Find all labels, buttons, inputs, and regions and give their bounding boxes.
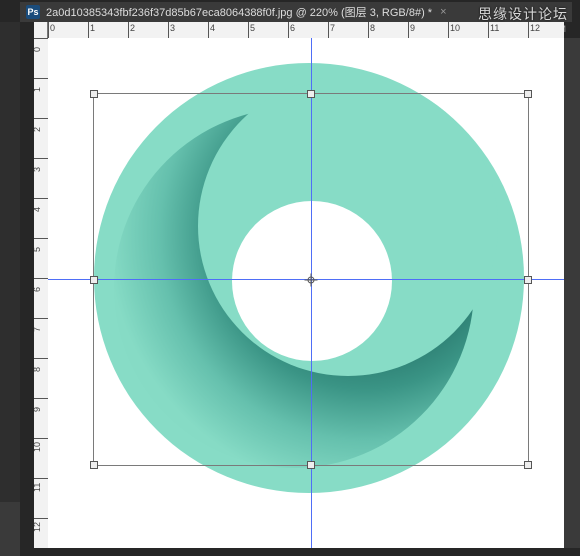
handle-s[interactable]	[307, 461, 315, 469]
ruler-vertical[interactable]: 0123456789101112	[34, 38, 48, 548]
handle-nw[interactable]	[90, 90, 98, 98]
artwork	[48, 38, 564, 548]
document-title: 2a0d10385343fbf236f37d85b67eca8064388f0f…	[46, 4, 432, 20]
document-tab[interactable]: Ps 2a0d10385343fbf236f37d85b67eca8064388…	[20, 2, 572, 22]
ruler-horizontal[interactable]: 012345678910111213	[34, 22, 564, 38]
guide-vertical[interactable]	[311, 38, 312, 548]
handle-n[interactable]	[307, 90, 315, 98]
handle-ne[interactable]	[524, 90, 532, 98]
panel-stub	[0, 502, 20, 556]
canvas[interactable]	[48, 38, 564, 548]
guide-horizontal[interactable]	[48, 279, 564, 280]
right-gutter	[564, 38, 580, 548]
handle-sw[interactable]	[90, 461, 98, 469]
canvas-viewport[interactable]	[48, 38, 564, 548]
handle-e[interactable]	[524, 276, 532, 284]
shape-hole	[232, 201, 392, 361]
photoshop-icon: Ps	[26, 5, 40, 19]
handle-se[interactable]	[524, 461, 532, 469]
ruler-origin[interactable]	[34, 22, 48, 38]
panel-gutter	[0, 22, 20, 556]
handle-w[interactable]	[90, 276, 98, 284]
close-icon[interactable]: ×	[440, 6, 446, 18]
